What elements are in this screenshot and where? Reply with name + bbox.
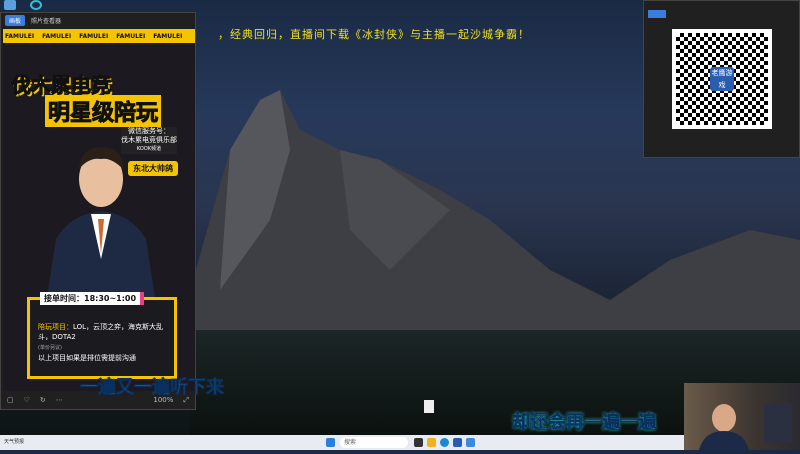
heart-icon[interactable]: ♡ bbox=[24, 396, 30, 404]
taskview-icon[interactable] bbox=[414, 438, 423, 447]
weather-widget[interactable]: 天气预报 bbox=[4, 438, 24, 445]
explorer-icon[interactable] bbox=[427, 438, 436, 447]
lyric-left: 一遍又一遍听下来 bbox=[80, 377, 225, 399]
poster-infobox: 接单时间：18:30~1:00 陪玩项目：LOL，云顶之弈，海克斯大乱斗，DOT… bbox=[27, 292, 177, 379]
desktop-file-icon[interactable] bbox=[414, 400, 444, 413]
app-icon[interactable] bbox=[466, 438, 475, 447]
viewer-badge[interactable]: 画板 bbox=[5, 14, 26, 26]
taskbar: 天气预报 搜索 bbox=[0, 435, 684, 450]
search-input[interactable]: 搜索 bbox=[340, 437, 408, 448]
poster-hours: 接单时间：18:30~1:00 bbox=[40, 292, 145, 305]
qr-logo: 老鹰游戏 bbox=[710, 67, 734, 91]
poster-image: FAMULEI FAMULEI FAMULEI FAMULEI FAMULEI … bbox=[3, 29, 195, 391]
person-photo bbox=[46, 147, 156, 304]
sub-line: 微信服务号： bbox=[128, 127, 170, 135]
poster-note: 以上项目如果是排位需提前沟通 bbox=[38, 354, 136, 362]
poster-strip: FAMULEI FAMULEI FAMULEI FAMULEI FAMULEI bbox=[3, 29, 195, 43]
poster-title-2: 明星级陪玩 bbox=[45, 95, 162, 127]
sub-line: 伐木累电竞俱乐部 bbox=[121, 136, 177, 144]
info-icon[interactable]: ▢ bbox=[7, 396, 14, 404]
webcam-overlay bbox=[684, 383, 800, 450]
qr-code: 老鹰游戏 bbox=[672, 29, 772, 129]
stream-banner: ，经典回归，直播间下载《冰封侠》与主播一起沙城争霸！ bbox=[218, 28, 530, 41]
strip-text: FAMULEI bbox=[5, 32, 35, 40]
edge-icon[interactable] bbox=[440, 438, 449, 447]
desktop-edge-icon[interactable] bbox=[30, 0, 42, 10]
sub-line: KOOK频道 bbox=[136, 146, 162, 152]
qr-window: 老鹰游戏 bbox=[643, 0, 800, 158]
note-small: (单价另议) bbox=[38, 345, 62, 351]
poster-subtitle: 微信服务号： 伐木累电竞俱乐部 KOOK频道 bbox=[121, 127, 177, 154]
photo-viewer-window: 画板 照片查看器 FAMULEI FAMULEI FAMULEI FAMULEI… bbox=[0, 12, 196, 410]
streamer-image bbox=[699, 403, 792, 450]
strip-text: FAMULEI bbox=[116, 32, 146, 40]
strip-text: FAMULEI bbox=[79, 32, 109, 40]
lyric-right: 却还会再一遍一遍 bbox=[512, 412, 657, 434]
poster-info: 陪玩项目：LOL，云顶之弈，海克斯大乱斗，DOTA2 (单价另议) 以上项目如果… bbox=[38, 322, 174, 363]
desktop-app-icon[interactable] bbox=[4, 0, 16, 10]
poster-tag: 东北大帅鸽 bbox=[128, 161, 178, 176]
strip-text: FAMULEI bbox=[42, 32, 72, 40]
store-icon[interactable] bbox=[453, 438, 462, 447]
viewer-titlebar: 画板 照片查看器 bbox=[1, 13, 195, 27]
more-icon[interactable]: ⋯ bbox=[56, 396, 63, 404]
rotate-icon[interactable]: ↻ bbox=[40, 396, 46, 404]
games-label: 陪玩项目： bbox=[38, 323, 73, 331]
qr-window-badge[interactable] bbox=[648, 10, 666, 18]
start-icon[interactable] bbox=[326, 438, 335, 447]
poster-title-1: 伐木累电竞 bbox=[11, 73, 112, 98]
viewer-title: 照片查看器 bbox=[31, 17, 62, 25]
strip-text: FAMULEI bbox=[153, 32, 183, 40]
